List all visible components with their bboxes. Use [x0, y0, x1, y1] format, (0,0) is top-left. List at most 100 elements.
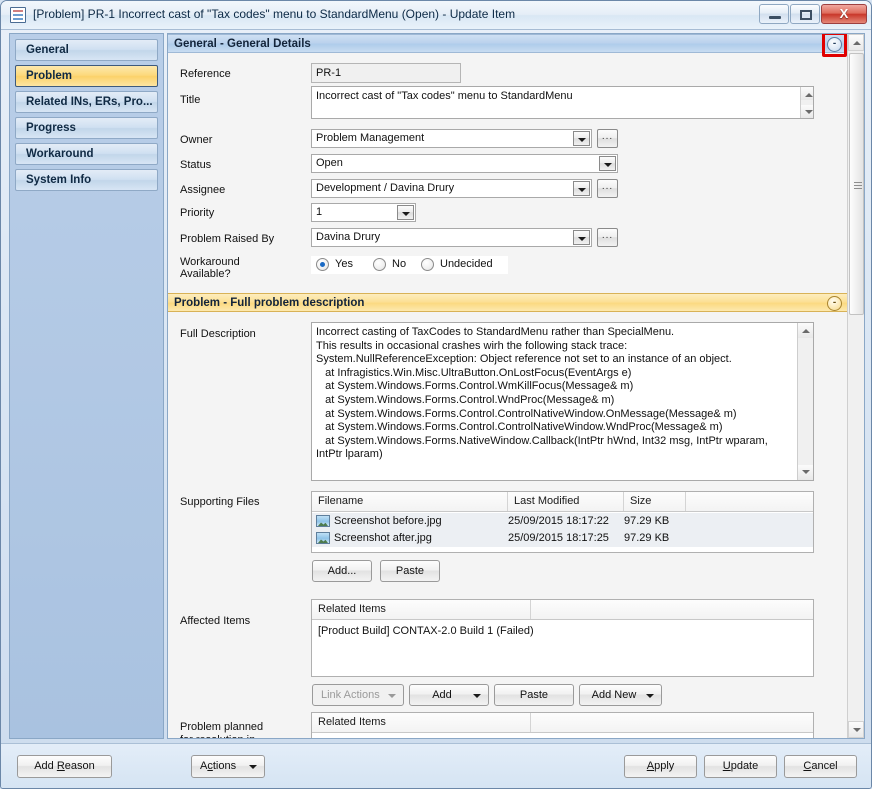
scroll-up-icon[interactable] — [798, 323, 813, 338]
scrollbar-thumb[interactable] — [849, 53, 864, 315]
affected-items-add-label: Add — [432, 689, 452, 701]
priority-label: Priority — [180, 207, 215, 219]
column-header-related-items[interactable]: Related Items — [312, 600, 531, 619]
cell-last-modified: 25/09/2015 18:17:25 — [508, 532, 609, 544]
affected-items-add-new-button[interactable]: Add New — [579, 684, 662, 706]
problem-raised-by-label: Problem Raised By — [180, 233, 275, 245]
window-title: [Problem] PR-1 Incorrect cast of "Tax co… — [33, 7, 516, 21]
collapse-general-button[interactable]: - — [827, 37, 842, 52]
supporting-files-label: Supporting Files — [180, 496, 260, 508]
chevron-down-icon[interactable] — [573, 131, 590, 146]
workaround-available-label: Workaround Available? — [180, 256, 240, 280]
sidebar-item-system-info[interactable]: System Info — [15, 169, 158, 191]
actions-button[interactable]: Actions — [191, 755, 265, 778]
column-header-blank[interactable] — [531, 713, 813, 732]
chevron-down-icon[interactable] — [599, 156, 616, 171]
full-description-input[interactable]: Incorrect casting of TaxCodes to Standar… — [311, 322, 814, 481]
apply-button[interactable]: Apply — [624, 755, 697, 778]
collapse-problem-button[interactable]: - — [827, 296, 842, 311]
status-value: Open — [316, 157, 343, 169]
cancel-button[interactable]: Cancel — [784, 755, 857, 778]
owner-label: Owner — [180, 134, 213, 146]
section-header-problem: Problem - Full problem description - — [168, 293, 848, 312]
client-area: General Problem Related INs, ERs, Pro...… — [9, 33, 865, 739]
sidebar-item-workaround[interactable]: Workaround — [15, 143, 158, 165]
reference-input[interactable]: PR-1 — [311, 63, 461, 83]
sidebar-item-related[interactable]: Related INs, ERs, Pro... — [15, 91, 158, 113]
assignee-label: Assignee — [180, 184, 226, 196]
column-header-size[interactable]: Size — [624, 492, 686, 511]
affected-items-paste-button[interactable]: Paste — [494, 684, 574, 706]
column-header-last-modified[interactable]: Last Modified — [508, 492, 624, 511]
priority-combobox[interactable]: 1 — [311, 203, 416, 222]
scroll-down-icon[interactable] — [801, 105, 813, 118]
column-header-filename[interactable]: Filename — [312, 492, 508, 511]
minimize-icon — [769, 16, 781, 19]
workaround-radio-no-label: No — [392, 258, 407, 270]
scroll-down-icon[interactable] — [798, 465, 813, 480]
cell-filename: Screenshot after.jpg — [334, 532, 432, 544]
scroll-up-icon[interactable] — [801, 87, 813, 100]
section-header-problem-label: Problem - Full problem description — [174, 297, 365, 309]
column-header-related-items[interactable]: Related Items — [312, 713, 531, 732]
maximize-icon — [800, 10, 812, 20]
apply-post: pply — [654, 760, 675, 772]
title-input[interactable]: Incorrect cast of "Tax codes" menu to St… — [311, 86, 814, 119]
column-header-blank[interactable] — [531, 600, 813, 619]
content-scrollbar[interactable] — [847, 34, 864, 738]
problem-raised-by-browse-button[interactable]: ... — [597, 228, 618, 247]
full-description-value: Incorrect casting of TaxCodes to Standar… — [316, 326, 768, 461]
supporting-files-grid: Filename Last Modified Size Screenshot b… — [311, 491, 814, 553]
owner-combobox[interactable]: Problem Management — [311, 129, 592, 148]
problem-raised-by-combobox[interactable]: Davina Drury — [311, 228, 592, 247]
add-reason-button[interactable]: Add Reason — [17, 755, 112, 778]
affected-items-header-row: Related Items — [312, 600, 813, 620]
sidebar-item-problem[interactable]: Problem — [15, 65, 158, 87]
table-row[interactable]: [Product Build] CONTAX-2.0 Build 1 (Fail… — [312, 623, 813, 640]
scroll-down-icon[interactable] — [848, 721, 864, 738]
section-header-general: General - General Details - — [168, 34, 848, 57]
column-header-blank[interactable] — [686, 492, 813, 511]
chevron-down-icon — [388, 694, 396, 698]
workaround-radio-undecided[interactable] — [421, 258, 434, 271]
table-row[interactable]: Screenshot after.jpg 25/09/2015 18:17:25… — [312, 530, 813, 547]
supporting-files-add-button[interactable]: Add... — [312, 560, 372, 582]
close-button[interactable]: X — [821, 4, 867, 24]
assignee-combobox[interactable]: Development / Davina Drury — [311, 179, 592, 198]
affected-items-add-button[interactable]: Add — [409, 684, 489, 706]
sidebar-item-general[interactable]: General — [15, 39, 158, 61]
chevron-down-icon[interactable] — [397, 205, 414, 220]
owner-browse-button[interactable]: ... — [597, 129, 618, 148]
full-description-scrollbar[interactable] — [797, 323, 813, 480]
window-controls: X — [759, 4, 867, 24]
assignee-browse-button[interactable]: ... — [597, 179, 618, 198]
image-file-icon — [316, 532, 330, 544]
maximize-button[interactable] — [790, 4, 820, 24]
add-reason-pre: Add — [34, 760, 57, 772]
chevron-down-icon[interactable] — [573, 230, 590, 245]
status-label: Status — [180, 159, 212, 171]
title-scrollbar[interactable] — [800, 87, 813, 118]
link-actions-button[interactable]: Link Actions — [312, 684, 404, 706]
priority-value: 1 — [316, 206, 323, 218]
minimize-button[interactable] — [759, 4, 789, 24]
scrollbar-grip-icon — [854, 182, 862, 189]
close-icon: X — [839, 6, 849, 21]
link-actions-label: Link Actions — [321, 689, 380, 701]
update-button[interactable]: Update — [704, 755, 777, 778]
workaround-radio-yes[interactable] — [316, 258, 329, 271]
cell-filename: Screenshot before.jpg — [334, 515, 442, 527]
chevron-down-icon[interactable] — [573, 181, 590, 196]
chevron-down-icon — [646, 694, 654, 698]
sidebar-item-progress[interactable]: Progress — [15, 117, 158, 139]
actions-post: tions — [212, 760, 237, 772]
cell-related-item: [Product Build] CONTAX-2.0 Build 1 (Fail… — [318, 625, 534, 637]
status-combobox[interactable]: Open — [311, 154, 618, 173]
section-header-general-label: General - General Details — [174, 38, 311, 50]
assignee-value: Development / Davina Drury — [316, 182, 455, 194]
image-file-icon — [316, 515, 330, 527]
table-row[interactable]: Screenshot before.jpg 25/09/2015 18:17:2… — [312, 513, 813, 530]
scroll-up-icon[interactable] — [848, 34, 864, 51]
workaround-radio-no[interactable] — [373, 258, 386, 271]
supporting-files-paste-button[interactable]: Paste — [380, 560, 440, 582]
